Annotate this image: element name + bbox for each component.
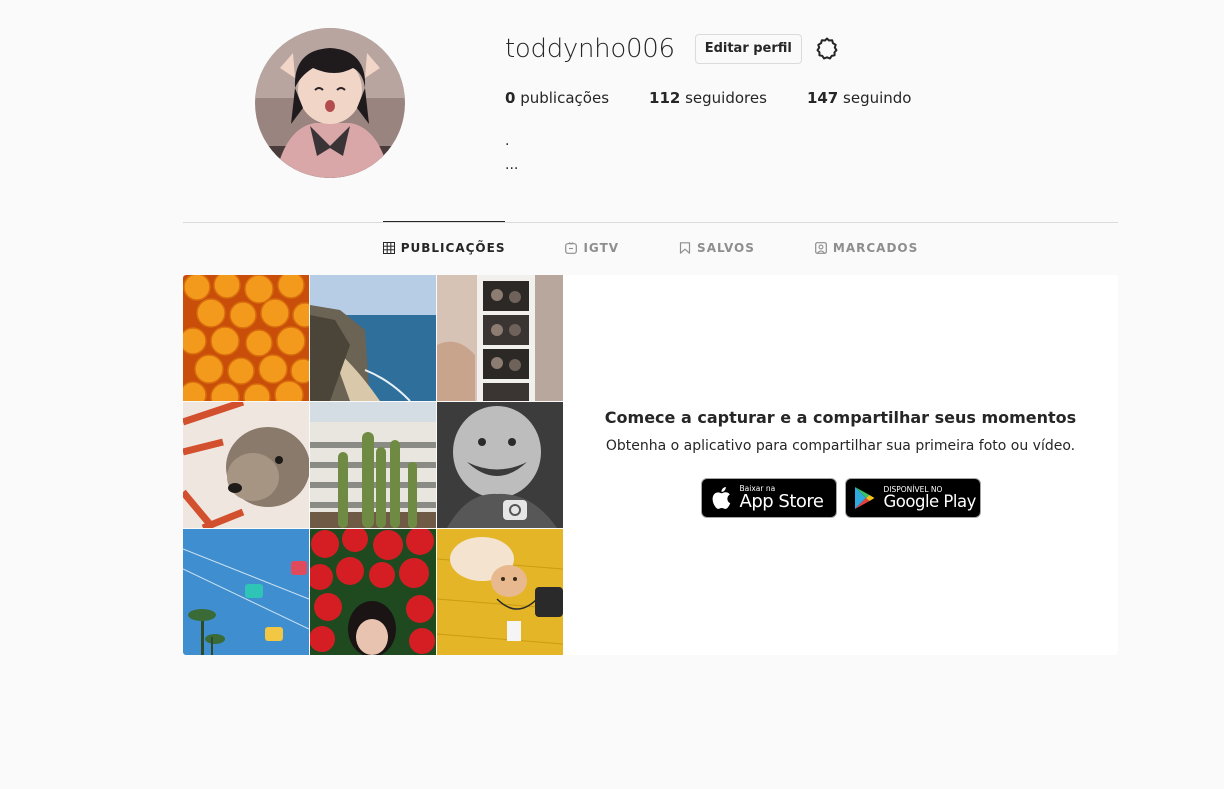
- sample-photo-cat: [437, 529, 563, 655]
- google-play-big-text: Google Play: [883, 492, 977, 511]
- followers-count-number: 112: [649, 89, 681, 107]
- settings-button[interactable]: [814, 36, 840, 62]
- sample-photo-cactus: [310, 402, 436, 528]
- tagged-icon: [814, 242, 827, 254]
- igtv-icon: [565, 242, 578, 254]
- bookmark-icon: [679, 242, 691, 254]
- profile-header: toddynho006 Editar perfil 0 publicações …: [183, 0, 1118, 222]
- edit-profile-button[interactable]: Editar perfil: [694, 34, 802, 64]
- following-count-number: 147: [806, 89, 839, 107]
- apple-icon: [702, 486, 740, 510]
- followers-count[interactable]: 112 seguidores: [649, 89, 767, 107]
- bio-line: ...: [505, 157, 519, 173]
- google-play-icon: [846, 486, 884, 510]
- profile-stats: 0 publicações 112 seguidores 147 seguind…: [505, 89, 951, 107]
- sample-photo-coastline: [310, 275, 436, 401]
- tab-label: PUBLICAÇÕES: [400, 241, 506, 255]
- profile-username: toddynho006: [505, 34, 675, 64]
- google-play-button[interactable]: DISPONÍVEL NO Google Play: [844, 478, 981, 518]
- posts-count-label: publicações: [520, 89, 610, 107]
- profile-bio: . ...: [505, 129, 951, 177]
- app-store-badges: Baixar na App Store DISPONÍVEL NO Google…: [700, 478, 981, 518]
- sample-photo-grid: [183, 275, 563, 655]
- sample-photo-gondolas: [183, 529, 309, 655]
- username-row: toddynho006 Editar perfil: [505, 30, 951, 68]
- avatar-image: [255, 28, 405, 178]
- sample-photo-oranges: [183, 275, 309, 401]
- grid-icon: [382, 242, 395, 254]
- bio-line: .: [505, 133, 510, 149]
- tab-marcados[interactable]: MARCADOS: [814, 222, 919, 274]
- following-count[interactable]: 147 seguindo: [807, 89, 912, 107]
- empty-state-title: Comece a capturar e a compartilhar seus …: [604, 408, 1077, 427]
- empty-state-subtitle: Obtenha o aplicativo para compartilhar s…: [605, 438, 1076, 454]
- profile-info: toddynho006 Editar perfil 0 publicações …: [505, 30, 951, 177]
- tab-label: IGTV: [583, 241, 620, 255]
- tab-igtv[interactable]: IGTV: [565, 222, 619, 274]
- app-store-big-text: App Store: [739, 491, 824, 513]
- profile-avatar[interactable]: [255, 28, 405, 178]
- following-count-label: seguindo: [843, 89, 912, 107]
- sample-photo-photo-booth: [437, 275, 563, 401]
- gear-icon: [816, 37, 838, 60]
- app-store-button[interactable]: Baixar na App Store: [700, 478, 837, 518]
- tab-label: SALVOS: [697, 241, 755, 255]
- empty-profile-panel: Comece a capturar e a compartilhar seus …: [183, 275, 1118, 655]
- tab-publicacoes[interactable]: PUBLICAÇÕES: [382, 221, 506, 274]
- sample-photo-red-flowers: [310, 529, 436, 655]
- profile-tabs: PUBLICAÇÕES IGTV SALVOS MARCADOS: [183, 221, 1118, 274]
- tab-salvos[interactable]: SALVOS: [679, 222, 755, 274]
- get-app-prompt: Comece a capturar e a compartilhar seus …: [563, 275, 1118, 655]
- sample-photo-baby: [437, 402, 563, 528]
- tab-label: MARCADOS: [832, 241, 919, 255]
- posts-count: 0 publicações: [505, 89, 609, 107]
- posts-count-number: 0: [505, 89, 516, 107]
- followers-count-label: seguidores: [685, 89, 767, 107]
- sample-photo-dog: [183, 402, 309, 528]
